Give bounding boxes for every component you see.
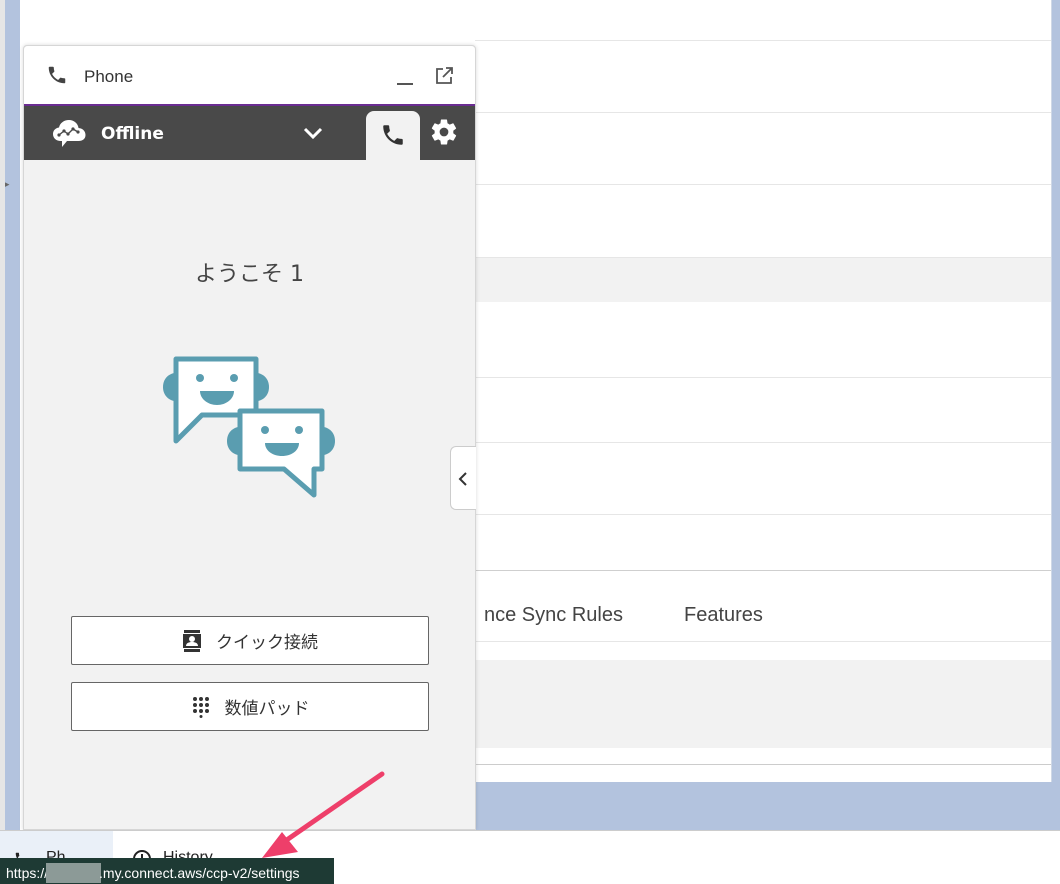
url-suffix: .my.connect.aws/ccp-v2/settings xyxy=(99,865,300,881)
host-row xyxy=(475,302,1051,378)
host-row xyxy=(475,0,1051,41)
number-pad-label: 数値パッド xyxy=(224,699,310,719)
host-content-band xyxy=(475,660,1051,748)
agent-status-bar: Offline xyxy=(24,106,475,160)
minimize-icon[interactable] xyxy=(396,68,414,86)
dialpad-icon xyxy=(192,696,209,718)
phone-panel-title: Phone xyxy=(84,67,134,86)
chevron-down-icon[interactable] xyxy=(302,124,324,142)
number-pad-button[interactable]: 数値パッド xyxy=(71,682,429,731)
tab-features[interactable]: Features xyxy=(684,604,763,627)
gear-icon[interactable] xyxy=(429,117,459,147)
tab-phone[interactable] xyxy=(366,111,420,160)
host-row xyxy=(475,185,1051,258)
collapse-panel-handle[interactable] xyxy=(450,446,476,510)
chevron-left-icon xyxy=(458,472,467,486)
phone-panel-header: Phone xyxy=(24,46,475,106)
popout-icon[interactable] xyxy=(434,66,454,86)
agent-status-label[interactable]: Offline xyxy=(101,124,164,144)
welcome-message: ようこそ 1 xyxy=(195,262,304,287)
quick-connect-label: クイック接続 xyxy=(216,633,318,653)
host-row xyxy=(475,41,1051,113)
host-row xyxy=(475,113,1051,185)
redacted-hostname xyxy=(46,863,102,883)
host-row xyxy=(475,378,1051,443)
tab-sync-rules[interactable]: nce Sync Rules xyxy=(484,604,623,627)
phone-icon xyxy=(383,125,403,145)
connect-cloud-icon xyxy=(53,120,86,147)
url-prefix: https:// xyxy=(6,865,49,881)
contact-card-icon xyxy=(183,629,201,652)
quick-connect-button[interactable]: クイック接続 xyxy=(71,616,429,665)
host-row xyxy=(475,515,1051,571)
host-section-band xyxy=(475,258,1051,302)
expand-sidebar-icon[interactable]: ▸ xyxy=(5,180,11,192)
chat-bubbles-illustration xyxy=(163,356,335,498)
annotation-arrow xyxy=(262,771,385,858)
host-tab-bar: nce Sync Rules Features xyxy=(475,590,1051,642)
host-row xyxy=(475,443,1051,515)
phone-panel: Phone Offline ようこそ 1 クイック接続 数値パッド xyxy=(23,45,476,830)
phone-icon xyxy=(48,66,66,84)
host-divider xyxy=(475,764,1051,765)
left-sidebar-strip xyxy=(5,0,20,830)
